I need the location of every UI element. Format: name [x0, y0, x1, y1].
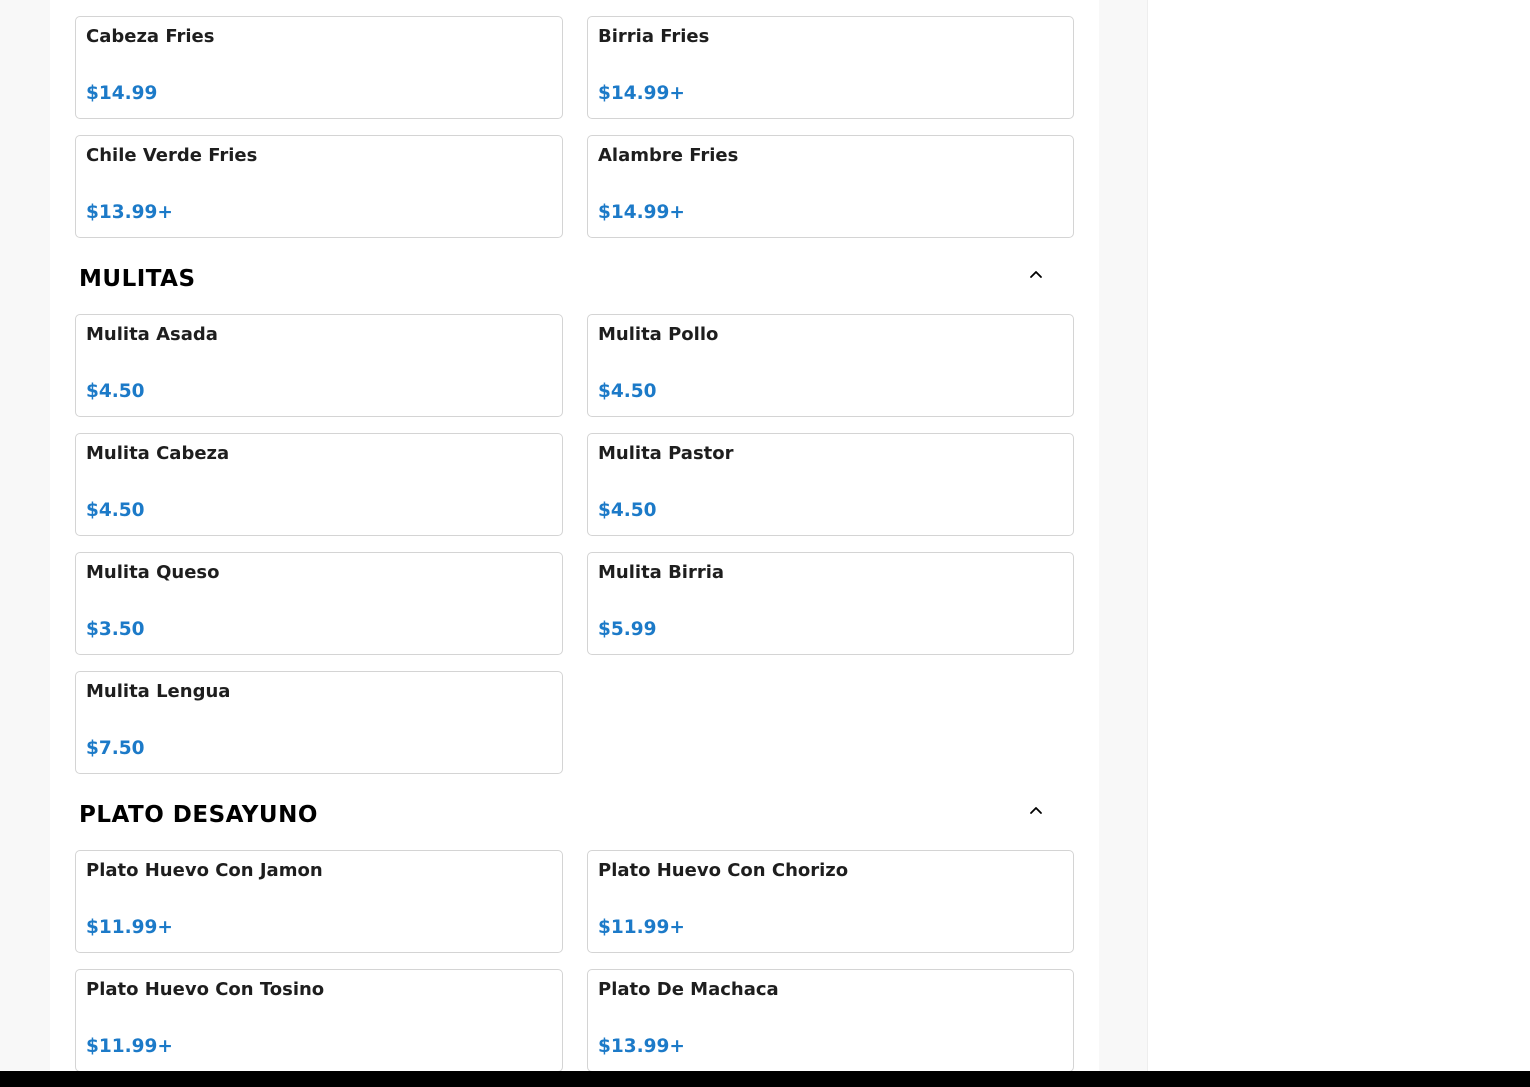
menu-item-card[interactable]: Mulita Lengua $7.50 — [75, 671, 563, 774]
menu-item-card[interactable]: Mulita Pollo $4.50 — [587, 314, 1074, 417]
item-name: Plato Huevo Con Chorizo — [598, 860, 849, 881]
item-name: Mulita Birria — [598, 562, 725, 583]
menu-item-card[interactable]: Cabeza Fries $14.99 — [75, 16, 563, 119]
mulitas-grid: Mulita Asada $4.50 Mulita Pollo $4.50 Mu… — [75, 314, 1074, 774]
item-name: Mulita Pastor — [598, 443, 734, 464]
menu-column: Cabeza Fries $14.99 Birria Fries $14.99+… — [50, 0, 1099, 1071]
item-price: $11.99+ — [598, 917, 685, 938]
item-price: $3.50 — [86, 619, 145, 640]
menu-item-card[interactable]: Mulita Pastor $4.50 — [587, 433, 1074, 536]
item-name: Mulita Pollo — [598, 324, 719, 345]
menu-item-card[interactable]: Birria Fries $14.99+ — [587, 16, 1074, 119]
page: Cabeza Fries $14.99 Birria Fries $14.99+… — [0, 0, 1530, 1087]
section-header-mulitas: MULITAS — [79, 259, 1045, 299]
item-price: $14.99 — [86, 83, 158, 104]
menu-item-card[interactable]: Mulita Birria $5.99 — [587, 552, 1074, 655]
item-name: Alambre Fries — [598, 145, 739, 166]
section-title: PLATO DESAYUNO — [79, 802, 318, 828]
item-name: Birria Fries — [598, 26, 710, 47]
item-price: $13.99+ — [86, 202, 173, 223]
item-price: $4.50 — [86, 381, 145, 402]
menu-item-card[interactable]: Mulita Asada $4.50 — [75, 314, 563, 417]
collapse-mulitas-button[interactable] — [1025, 263, 1047, 285]
menu-item-card[interactable]: Plato Huevo Con Chorizo $11.99+ — [587, 850, 1074, 953]
item-name: Mulita Lengua — [86, 681, 231, 702]
item-name: Cabeza Fries — [86, 26, 215, 47]
content-gutter — [1099, 0, 1147, 1087]
plato-desayuno-grid: Plato Huevo Con Jamon $11.99+ Plato Huev… — [75, 850, 1074, 1071]
item-price: $4.50 — [598, 381, 657, 402]
item-name: Plato Huevo Con Jamon — [86, 860, 323, 881]
right-side-panel — [1147, 0, 1530, 1087]
menu-item-card[interactable]: Alambre Fries $14.99+ — [587, 135, 1074, 238]
chevron-up-icon — [1030, 807, 1042, 814]
menu-item-card[interactable]: Plato Huevo Con Jamon $11.99+ — [75, 850, 563, 953]
menu-item-card[interactable]: Mulita Cabeza $4.50 — [75, 433, 563, 536]
item-price: $13.99+ — [598, 1036, 685, 1057]
bottom-bar — [0, 1071, 1530, 1087]
menu-item-card[interactable]: Plato Huevo Con Tosino $11.99+ — [75, 969, 563, 1071]
left-gutter — [0, 0, 50, 1087]
item-price: $14.99+ — [598, 83, 685, 104]
item-name: Mulita Cabeza — [86, 443, 230, 464]
menu-item-card[interactable]: Chile Verde Fries $13.99+ — [75, 135, 563, 238]
item-price: $4.50 — [598, 500, 657, 521]
item-name: Mulita Queso — [86, 562, 220, 583]
item-price: $11.99+ — [86, 1036, 173, 1057]
menu-item-card[interactable]: Mulita Queso $3.50 — [75, 552, 563, 655]
section-header-plato-desayuno: PLATO DESAYUNO — [79, 795, 1045, 835]
menu-item-card[interactable]: Plato De Machaca $13.99+ — [587, 969, 1074, 1071]
item-price: $4.50 — [86, 500, 145, 521]
collapse-plato-desayuno-button[interactable] — [1025, 799, 1047, 821]
section-title: MULITAS — [79, 266, 196, 292]
item-name: Chile Verde Fries — [86, 145, 258, 166]
item-price: $7.50 — [86, 738, 145, 759]
item-name: Plato Huevo Con Tosino — [86, 979, 325, 1000]
item-price: $5.99 — [598, 619, 657, 640]
item-price: $14.99+ — [598, 202, 685, 223]
item-name: Plato De Machaca — [598, 979, 779, 1000]
item-name: Mulita Asada — [86, 324, 218, 345]
fries-grid: Cabeza Fries $14.99 Birria Fries $14.99+… — [75, 16, 1074, 238]
chevron-up-icon — [1030, 271, 1042, 278]
item-price: $11.99+ — [86, 917, 173, 938]
